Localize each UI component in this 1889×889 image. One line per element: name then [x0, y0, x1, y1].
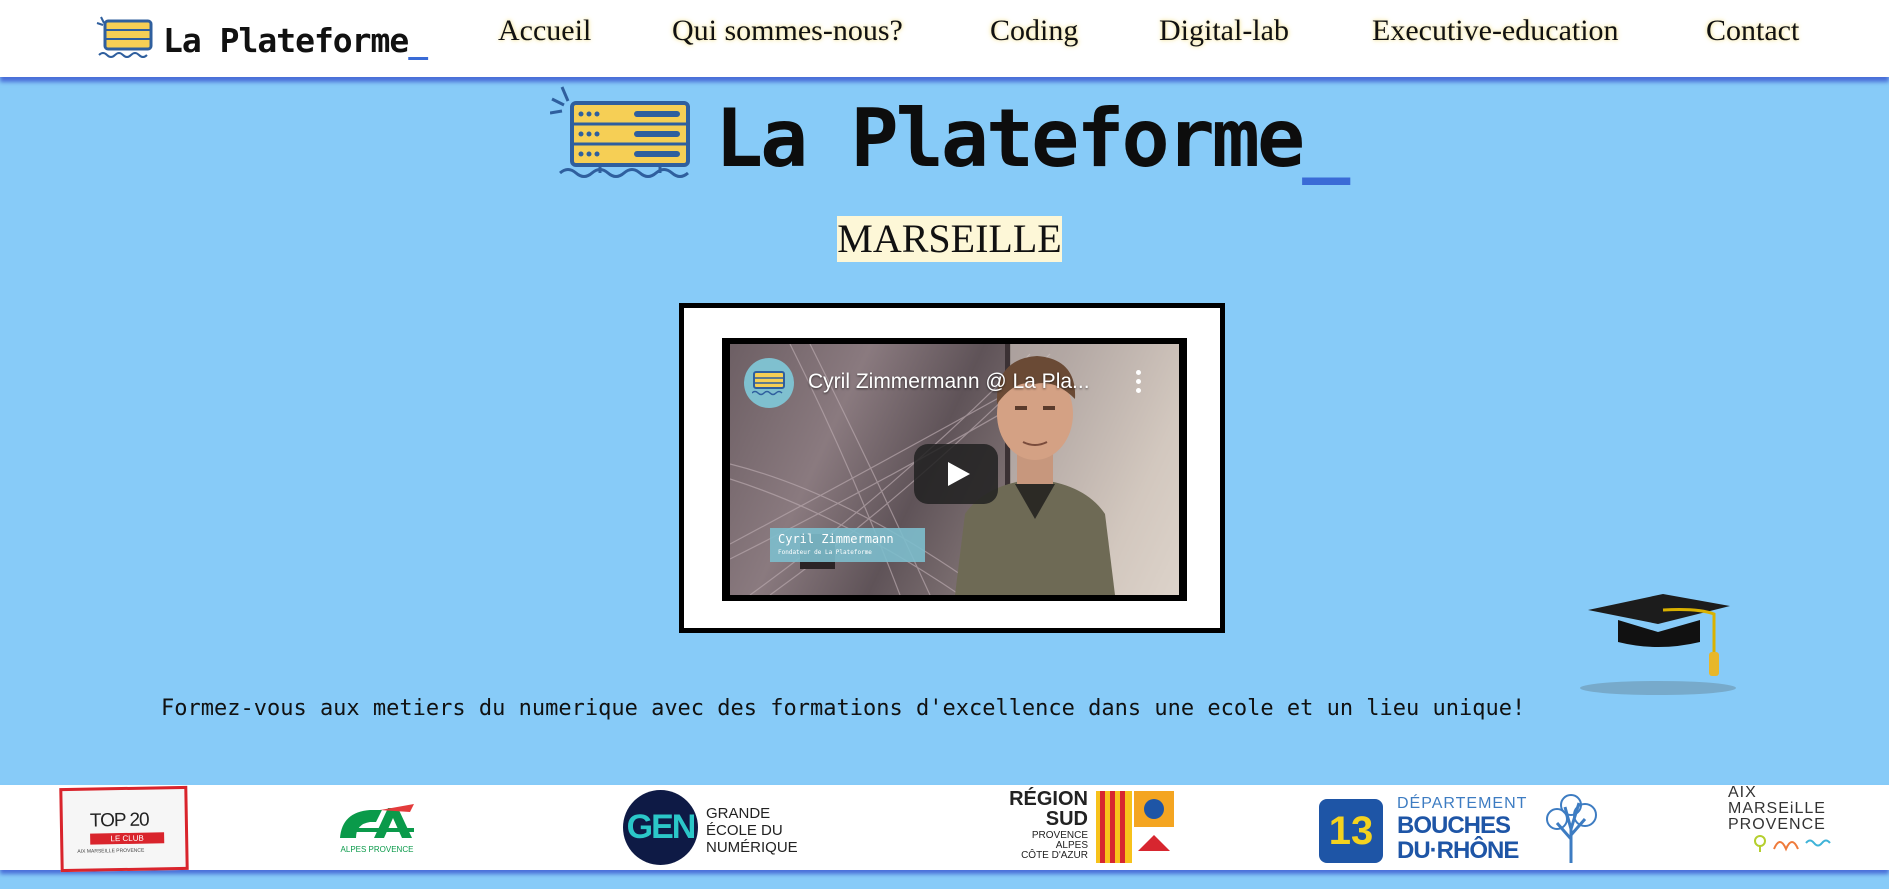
play-icon[interactable]	[914, 444, 998, 504]
gen-logo[interactable]: GEN GRANDE ÉCOLE DU NUMÉRIQUE	[622, 789, 812, 865]
gen-text: GRANDE ÉCOLE DU NUMÉRIQUE	[706, 805, 798, 856]
tree-icon	[1546, 794, 1597, 863]
bouches-du-rhone-logo[interactable]: 13 DÉPARTEMENT BOUCHES DU·RHÔNE	[1305, 789, 1605, 865]
channel-avatar[interactable]	[744, 358, 794, 408]
nav-digital-lab[interactable]: Digital-lab	[1159, 14, 1289, 48]
top20-badge: LE CLUB	[90, 832, 165, 845]
city-label: MARSEILLE	[837, 216, 1062, 262]
youtube-video-player[interactable]: Cyril Zimmermann @ La Pla... Cyril Zimme…	[722, 338, 1187, 601]
video-lower-third: Cyril Zimmermann Fondateur de La Platefo…	[770, 528, 925, 562]
region-sud-logo[interactable]: RÉGION SUD PROVENCE ALPES CÔTE D'AZUR	[978, 789, 1180, 865]
video-thumbnail: Cyril Zimmermann @ La Pla... Cyril Zimme…	[730, 344, 1179, 595]
aix-marseille-provence-logo[interactable]: AIX MARSEiLLE PROVENCE	[1728, 785, 1848, 865]
tagline: Formez-vous aux metiers du numerique ave…	[161, 696, 1526, 721]
nav-accueil[interactable]: Accueil	[498, 14, 591, 48]
credit-agricole-caption: ALPES PROVENCE	[340, 845, 414, 854]
top-navbar: La Plateforme_ Accueil Qui sommes-nous? …	[0, 0, 1889, 77]
graduation-cap-icon	[1580, 594, 1736, 695]
video-title[interactable]: Cyril Zimmermann @ La Pla...	[808, 370, 1090, 394]
region-sud-text: RÉGION SUD	[1009, 788, 1088, 830]
nav-executive-education[interactable]: Executive-education	[1372, 14, 1619, 48]
main-nav: Accueil Qui sommes-nous? Coding Digital-…	[0, 14, 1889, 54]
amp-line1: AIX	[1728, 784, 1757, 801]
top20-logo[interactable]: TOP 20 LE CLUB AIX MARSEILLE PROVENCE	[59, 785, 189, 873]
amp-symbols-icon	[1754, 835, 1831, 852]
bdr-number: 13	[1319, 799, 1383, 863]
top20-title: TOP 20	[89, 809, 149, 832]
nav-qui-sommes-nous[interactable]: Qui sommes-nous?	[672, 14, 903, 48]
partners-bar: TOP 20 LE CLUB AIX MARSEILLE PROVENCE AL…	[0, 785, 1889, 873]
gen-mark: GEN	[623, 790, 698, 865]
speaker-name: Cyril Zimmermann	[778, 532, 894, 546]
server-logo-icon	[752, 371, 785, 396]
more-vert-icon[interactable]	[1135, 370, 1143, 394]
region-sud-sub: PROVENCE ALPES CÔTE D'AZUR	[1021, 830, 1088, 861]
bdr-line1: DÉPARTEMENT	[1397, 795, 1528, 812]
nav-contact[interactable]: Contact	[1706, 14, 1799, 48]
speaker-role: Fondateur de La Plateforme	[778, 549, 872, 556]
top20-sub: AIX MARSEILLE PROVENCE	[77, 847, 145, 855]
nav-coding[interactable]: Coding	[990, 14, 1078, 48]
bdr-name: BOUCHES DU·RHÔNE	[1397, 812, 1519, 864]
credit-agricole-logo[interactable]: ALPES PROVENCE	[322, 798, 430, 858]
amp-line3: PROVENCE	[1728, 816, 1826, 833]
region-flag-icon	[1096, 791, 1174, 863]
hero-title: La Plateforme_	[715, 92, 1350, 185]
amp-line2: MARSEiLLE	[1728, 800, 1826, 817]
credit-agricole-icon	[340, 804, 414, 838]
server-logo-icon	[550, 86, 690, 178]
